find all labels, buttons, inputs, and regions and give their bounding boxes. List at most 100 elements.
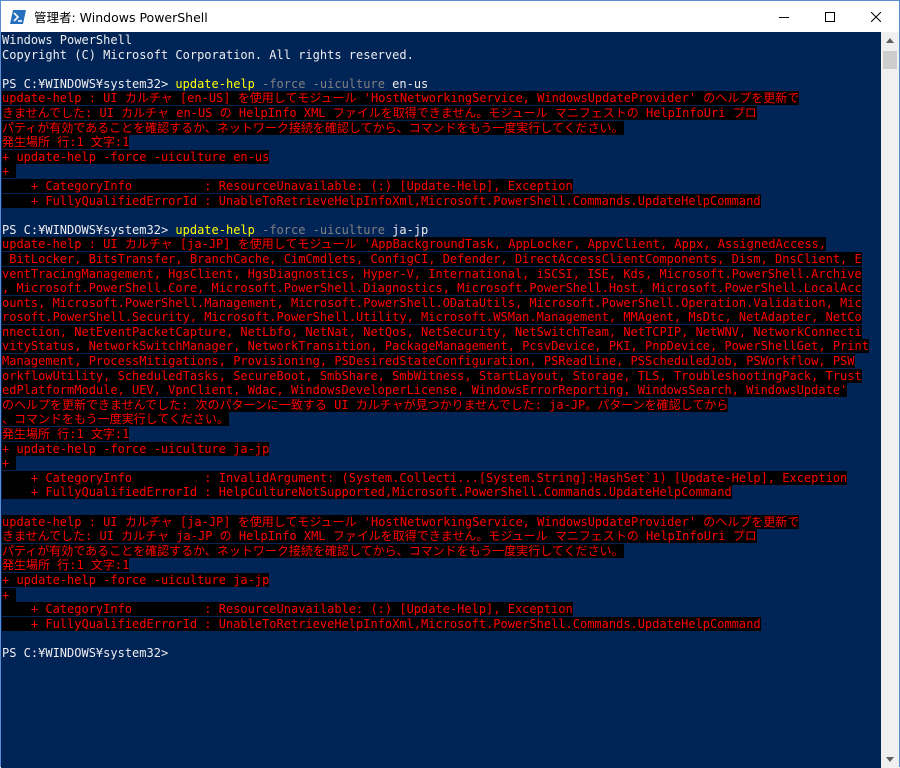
error-line: パティが有効であることを確認するか、ネットワーク接続を確認してから、コマンドをも…: [2, 543, 881, 559]
command-parameter: -force: [254, 222, 306, 237]
error-text: nnection, NetEventPacketCapture, NetLbfo…: [2, 324, 862, 339]
error-text: 発生場所 行:1 文字:1: [2, 135, 130, 150]
output-line: Windows PowerShell: [2, 33, 881, 48]
error-text: update-help : UI カルチャ [ja-JP] を使用してモジュール…: [2, 514, 800, 529]
error-line: きませんでした: UI カルチャ en-US の HelpInfo XML ファ…: [2, 105, 881, 121]
error-line: update-help : UI カルチャ [ja-JP] を使用してモジュール…: [2, 514, 881, 530]
error-text: + FullyQualifiedErrorId : UnableToRetrie…: [2, 193, 761, 208]
powershell-window: 管理者: Windows PowerShell Windows PowerShe…: [0, 0, 900, 768]
error-text: +: [2, 456, 17, 471]
error-text: 発生場所 行:1 文字:1: [2, 558, 130, 573]
command-parameter: -force: [254, 76, 306, 91]
error-text: のヘルプを更新できませんでした: 次のパターンに一致する UI カルチャが見つか…: [2, 397, 729, 412]
error-text: update-help : UI カルチャ [en-US] を使用してモジュール…: [2, 91, 800, 106]
console-lines: Windows PowerShell Copyright (C) Microsof…: [1, 32, 881, 661]
minimize-button[interactable]: [761, 1, 807, 32]
error-text: + update-help -force -uiculture ja-jp: [2, 441, 270, 456]
error-line: update-help : UI カルチャ [ja-JP] を使用してモジュール…: [2, 237, 881, 252]
error-line: ventTracingManagement, HgsClient, HgsDia…: [2, 266, 881, 282]
scroll-up-button[interactable]: [881, 32, 899, 49]
error-text: + update-help -force -uiculture ja-jp: [2, 572, 270, 587]
error-text: パティが有効であることを確認するか、ネットワーク接続を確認してから、コマンドをも…: [2, 120, 624, 135]
minimize-icon: [779, 16, 789, 18]
error-line: +: [2, 587, 881, 603]
error-line: vityStatus, NetworkSwitchManager, Networ…: [2, 339, 881, 354]
error-line: + update-help -force -uiculture ja-jp: [2, 441, 881, 457]
error-line: + CategoryInfo : ResourceUnavailable: (:…: [2, 602, 881, 617]
close-button[interactable]: [853, 1, 899, 32]
error-line: 発生場所 行:1 文字:1: [2, 135, 881, 150]
output-text: Copyright (C) Microsoft Corporation. All…: [2, 47, 414, 62]
error-line: きませんでした: UI カルチャ ja-JP の HelpInfo XML ファ…: [2, 529, 881, 544]
error-text: + FullyQualifiedErrorId : HelpCultureNot…: [2, 485, 732, 500]
command-name: update-help: [175, 222, 255, 237]
error-text: + FullyQualifiedErrorId : UnableToRetrie…: [2, 616, 761, 631]
command-parameter: -uiculture: [305, 76, 385, 91]
prompt-line: PS C:¥WINDOWS¥system32> update-help -for…: [2, 77, 881, 92]
error-text: + CategoryInfo : ResourceUnavailable: (:…: [2, 602, 573, 617]
error-text: +: [2, 587, 17, 602]
scroll-up-arrow-icon: [886, 38, 894, 43]
scroll-down-button[interactable]: [881, 751, 899, 768]
error-line: 、コマンドをもう一度実行してください。: [2, 412, 881, 427]
command-argument: en-us: [384, 76, 429, 91]
error-line: rosoft.PowerShell.Security, Microsoft.Po…: [2, 310, 881, 325]
error-text: +: [2, 164, 17, 179]
maximize-button[interactable]: [807, 1, 853, 32]
error-line: + FullyQualifiedErrorId : UnableToRetrie…: [2, 193, 881, 209]
error-text: update-help : UI カルチャ [ja-JP] を使用してモジュール…: [2, 237, 827, 252]
prompt-text: PS C:¥WINDOWS¥system32>: [2, 645, 169, 660]
prompt-line: PS C:¥WINDOWS¥system32>: [2, 646, 881, 661]
maximize-icon: [825, 11, 835, 22]
error-line: nnection, NetEventPacketCapture, NetLbfo…: [2, 324, 881, 340]
console-output[interactable]: Windows PowerShell Copyright (C) Microsof…: [1, 32, 881, 768]
error-line: BitLocker, BitsTransfer, BranchCache, Ci…: [2, 251, 881, 267]
scroll-down-arrow-icon: [886, 757, 894, 762]
error-text: vityStatus, NetworkSwitchManager, Networ…: [2, 339, 869, 354]
vertical-scrollbar[interactable]: [881, 32, 899, 768]
prompt-line: PS C:¥WINDOWS¥system32> update-help -for…: [2, 223, 881, 238]
command-parameter: -uiculture: [305, 222, 385, 237]
error-text: 、コマンドをもう一度実行してください。: [2, 412, 229, 427]
error-line: + CategoryInfo : InvalidArgument: (Syste…: [2, 470, 881, 486]
title-bar[interactable]: 管理者: Windows PowerShell: [1, 1, 899, 32]
error-line: +: [2, 456, 881, 471]
error-text: edPlatformModule, UEV, VpnClient, Wdac, …: [2, 383, 848, 398]
error-line: + FullyQualifiedErrorId : HelpCultureNot…: [2, 485, 881, 500]
output-line: Copyright (C) Microsoft Corporation. All…: [2, 48, 881, 63]
error-text: きませんでした: UI カルチャ en-US の HelpInfo XML ファ…: [2, 105, 757, 120]
close-icon: [871, 11, 881, 22]
error-text: パティが有効であることを確認するか、ネットワーク接続を確認してから、コマンドをも…: [2, 543, 624, 558]
error-text: orkflowUtility, ScheduledTasks, SecureBo…: [2, 368, 862, 383]
error-line: + update-help -force -uiculture en-us: [2, 149, 881, 165]
window-title: 管理者: Windows PowerShell: [34, 10, 208, 25]
error-text: + CategoryInfo : InvalidArgument: (Syste…: [2, 470, 848, 485]
error-line: のヘルプを更新できませんでした: 次のパターンに一致する UI カルチャが見つか…: [2, 397, 881, 413]
scrollbar-thumb[interactable]: [883, 51, 897, 69]
error-text: + update-help -force -uiculture en-us: [2, 149, 270, 164]
error-line: ounts, Microsoft.PowerShell.Management, …: [2, 295, 881, 311]
error-text: Management, ProcessMitigations, Provisio…: [2, 354, 855, 369]
prompt-text: PS C:¥WINDOWS¥system32>: [2, 76, 176, 91]
error-line: パティが有効であることを確認するか、ネットワーク接続を確認してから、コマンドをも…: [2, 120, 881, 136]
error-text: 発生場所 行:1 文字:1: [2, 427, 130, 442]
powershell-icon[interactable]: [9, 8, 26, 25]
error-text: きませんでした: UI カルチャ ja-JP の HelpInfo XML ファ…: [2, 529, 757, 544]
error-text: + CategoryInfo : ResourceUnavailable: (:…: [2, 178, 573, 193]
error-text: ounts, Microsoft.PowerShell.Management, …: [2, 295, 862, 310]
error-line: 発生場所 行:1 文字:1: [2, 558, 881, 573]
command-argument: ja-jp: [384, 222, 429, 237]
error-line: +: [2, 164, 881, 179]
error-line: Management, ProcessMitigations, Provisio…: [2, 354, 881, 369]
error-text: , Microsoft.PowerShell.Core, Microsoft.P…: [2, 281, 862, 296]
error-line: orkflowUtility, ScheduledTasks, SecureBo…: [2, 368, 881, 384]
error-line: + update-help -force -uiculture ja-jp: [2, 572, 881, 588]
prompt-text: PS C:¥WINDOWS¥system32>: [2, 222, 176, 237]
error-line: , Microsoft.PowerShell.Core, Microsoft.P…: [2, 281, 881, 296]
error-line: 発生場所 行:1 文字:1: [2, 427, 881, 442]
error-text: rosoft.PowerShell.Security, Microsoft.Po…: [2, 310, 862, 325]
